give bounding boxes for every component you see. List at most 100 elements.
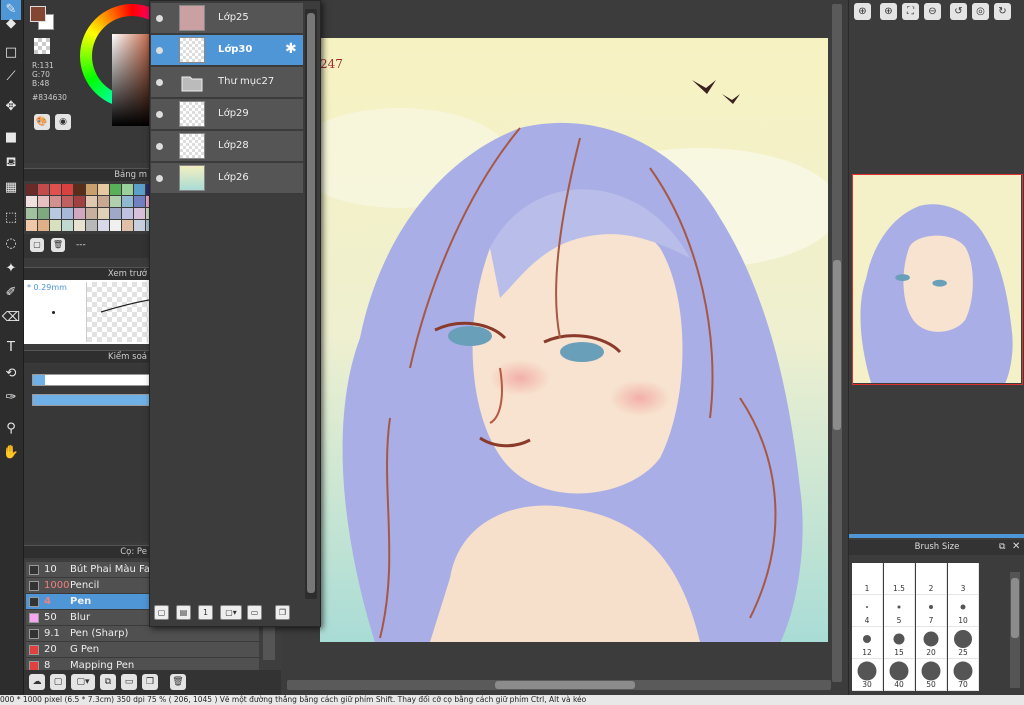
brush-size-cell[interactable]: 50 [916, 659, 947, 691]
brush-size-cell[interactable]: 2 [916, 563, 947, 595]
layer-row[interactable]: Lớp28 [151, 131, 303, 162]
palette-swatch[interactable] [86, 196, 97, 207]
visibility-eye-icon[interactable] [156, 79, 163, 86]
rotate-right-icon[interactable]: ↻ [994, 3, 1011, 20]
brush-size-cell[interactable]: 7 [916, 595, 947, 627]
palette-swatch[interactable] [50, 196, 61, 207]
eraser-icon[interactable]: ◆ [1, 14, 21, 34]
brush-size-cell[interactable]: 5 [884, 595, 915, 627]
brush-settings-icon[interactable]: ☁ [29, 674, 45, 690]
copy-brush-icon[interactable]: ⧉ [100, 674, 116, 690]
palette-swatch[interactable] [110, 208, 121, 219]
palette-swatch[interactable] [98, 220, 109, 231]
text-icon[interactable]: T [1, 338, 21, 358]
delete-palette-icon[interactable]: 🗑 [51, 238, 65, 252]
brush-size-cell[interactable]: 70 [948, 659, 979, 691]
transparent-color-swatch[interactable] [34, 38, 50, 54]
zoom-in-icon[interactable]: ⊕ [854, 3, 871, 20]
brush-folder-icon[interactable]: ▭ [121, 674, 137, 690]
dropper-pen-icon[interactable]: ✑ [1, 388, 21, 408]
new-layer-icon[interactable]: ▢ [154, 605, 169, 620]
visibility-eye-icon[interactable] [156, 143, 163, 150]
brush-size-cell[interactable]: 1.5 [884, 563, 915, 595]
hand-icon[interactable]: ✋ [1, 443, 21, 463]
palette-swatch[interactable] [38, 208, 49, 219]
canvas-vertical-scrollbar[interactable] [832, 4, 842, 682]
palette-swatch[interactable] [62, 208, 73, 219]
palette-swatch[interactable] [74, 220, 85, 231]
gradient-icon[interactable]: ▦ [1, 178, 21, 198]
visibility-eye-icon[interactable] [156, 175, 163, 182]
palette-swatch[interactable] [86, 208, 97, 219]
palette-swatch[interactable] [38, 220, 49, 231]
palette-swatch[interactable] [134, 196, 145, 207]
main-color-swatch[interactable] [30, 6, 46, 22]
fit-window-icon[interactable]: ⛶ [902, 3, 919, 20]
palette-swatch[interactable] [122, 184, 133, 195]
palette-swatch[interactable] [26, 184, 37, 195]
layer-row[interactable]: Lớp25 [151, 3, 303, 34]
new-palette-icon[interactable]: ▢ [30, 238, 44, 252]
brush-size-cell[interactable]: 3 [948, 563, 979, 595]
opacity-slider[interactable] [32, 394, 150, 406]
visibility-eye-icon[interactable] [156, 111, 163, 118]
size-slider[interactable] [32, 374, 150, 386]
brush-size-scrollbar[interactable] [1010, 572, 1020, 688]
palette-swatch[interactable] [74, 208, 85, 219]
palette-swatch[interactable] [38, 196, 49, 207]
bucket-icon[interactable]: ⛾ [1, 153, 21, 173]
eyedropper-icon[interactable]: ⚲ [1, 419, 21, 439]
palette-swatch[interactable] [74, 184, 85, 195]
new-layer-1bit-icon[interactable]: 1 [198, 605, 213, 620]
lasso-icon[interactable]: ◌ [1, 234, 21, 254]
delete-brush-icon[interactable]: 🗑 [170, 674, 186, 690]
palette-swatch[interactable] [134, 184, 145, 195]
palette-swatch[interactable] [110, 196, 121, 207]
palette-swatch[interactable] [26, 196, 37, 207]
close-icon[interactable]: ✕ [1012, 541, 1020, 552]
palette-swatch[interactable] [26, 208, 37, 219]
palette-swatch[interactable] [38, 184, 49, 195]
palette-swatch[interactable] [50, 220, 61, 231]
brush-size-cell[interactable]: 1 [852, 563, 883, 595]
palette-swatch[interactable] [110, 220, 121, 231]
palette-swatch[interactable] [74, 196, 85, 207]
layer-row[interactable]: Thư mục27 [151, 67, 303, 98]
palette-swatch[interactable] [98, 196, 109, 207]
rotate-left-icon[interactable]: ↺ [950, 3, 967, 20]
brush-size-cell[interactable]: 4 [852, 595, 883, 627]
palette-swatch[interactable] [122, 196, 133, 207]
add-brush-icon[interactable]: ▢▾ [71, 674, 95, 690]
new-brush-icon[interactable]: ▢ [50, 674, 66, 690]
select-pen-icon[interactable]: ✐ [1, 283, 21, 303]
palette-swatch[interactable] [98, 208, 109, 219]
reset-view-icon[interactable]: ◎ [972, 3, 989, 20]
palette-swatch[interactable] [62, 184, 73, 195]
palette-swatch[interactable] [26, 220, 37, 231]
brush-size-cell[interactable]: 15 [884, 627, 915, 659]
palette-swatch[interactable] [62, 220, 73, 231]
palette-swatch[interactable] [110, 184, 121, 195]
duplicate-brush-icon[interactable]: ❐ [142, 674, 158, 690]
saturation-value-box[interactable] [112, 34, 152, 126]
zoom-out-icon[interactable]: ⊖ [924, 3, 941, 20]
palette-swatch[interactable] [122, 220, 133, 231]
brush-row[interactable]: 9.1 Pen (Sharp) [26, 626, 272, 642]
layer-row[interactable]: Lớp29 [151, 99, 303, 130]
add-layer-menu-icon[interactable]: ▢▾ [220, 605, 242, 620]
new-layer-8bit-icon[interactable]: ▤ [176, 605, 191, 620]
palette-swatch[interactable] [134, 208, 145, 219]
navigator-preview[interactable] [852, 174, 1023, 385]
brush-size-cell[interactable]: 20 [916, 627, 947, 659]
visibility-eye-icon[interactable] [156, 47, 163, 54]
layer-row[interactable]: Lớp30 ✱ [151, 35, 303, 66]
palette-swatch[interactable] [86, 220, 97, 231]
palette-swatch[interactable] [98, 184, 109, 195]
brush-size-cell[interactable]: 25 [948, 627, 979, 659]
select-eraser-icon[interactable]: ⌫ [1, 308, 21, 328]
line-icon[interactable]: ⟋ [1, 67, 21, 87]
palette-icon[interactable]: 🎨 [34, 114, 50, 130]
layer-settings-gear-icon[interactable]: ✱ [285, 41, 297, 57]
visibility-eye-icon[interactable] [156, 15, 163, 22]
canvas-horizontal-scrollbar[interactable] [287, 680, 831, 690]
